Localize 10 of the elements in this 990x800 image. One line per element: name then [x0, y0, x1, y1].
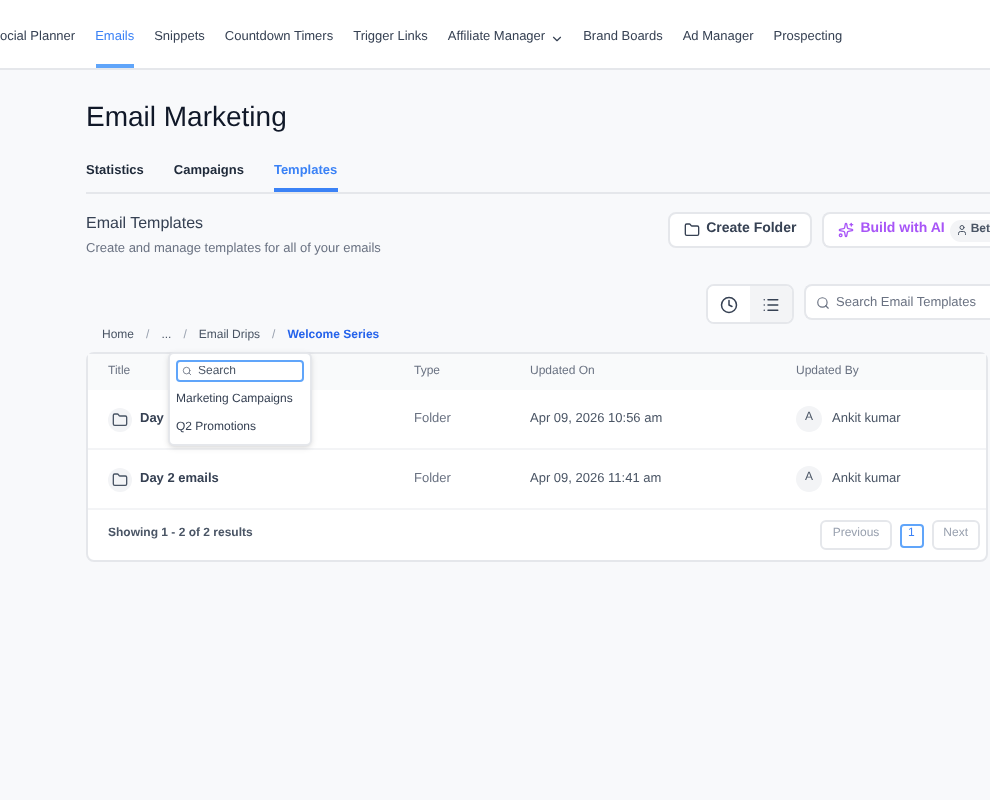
list-icon	[762, 295, 780, 313]
section-title: Email Templates	[86, 212, 206, 237]
clock-icon	[720, 295, 738, 313]
list-view-button[interactable]	[750, 286, 792, 322]
sparkles-icon	[838, 222, 855, 239]
folder-icon	[108, 407, 132, 431]
search-icon	[182, 366, 192, 376]
folder-icon	[108, 467, 132, 491]
page-title: Email Marketing	[86, 100, 289, 135]
folder-icon	[684, 222, 701, 239]
